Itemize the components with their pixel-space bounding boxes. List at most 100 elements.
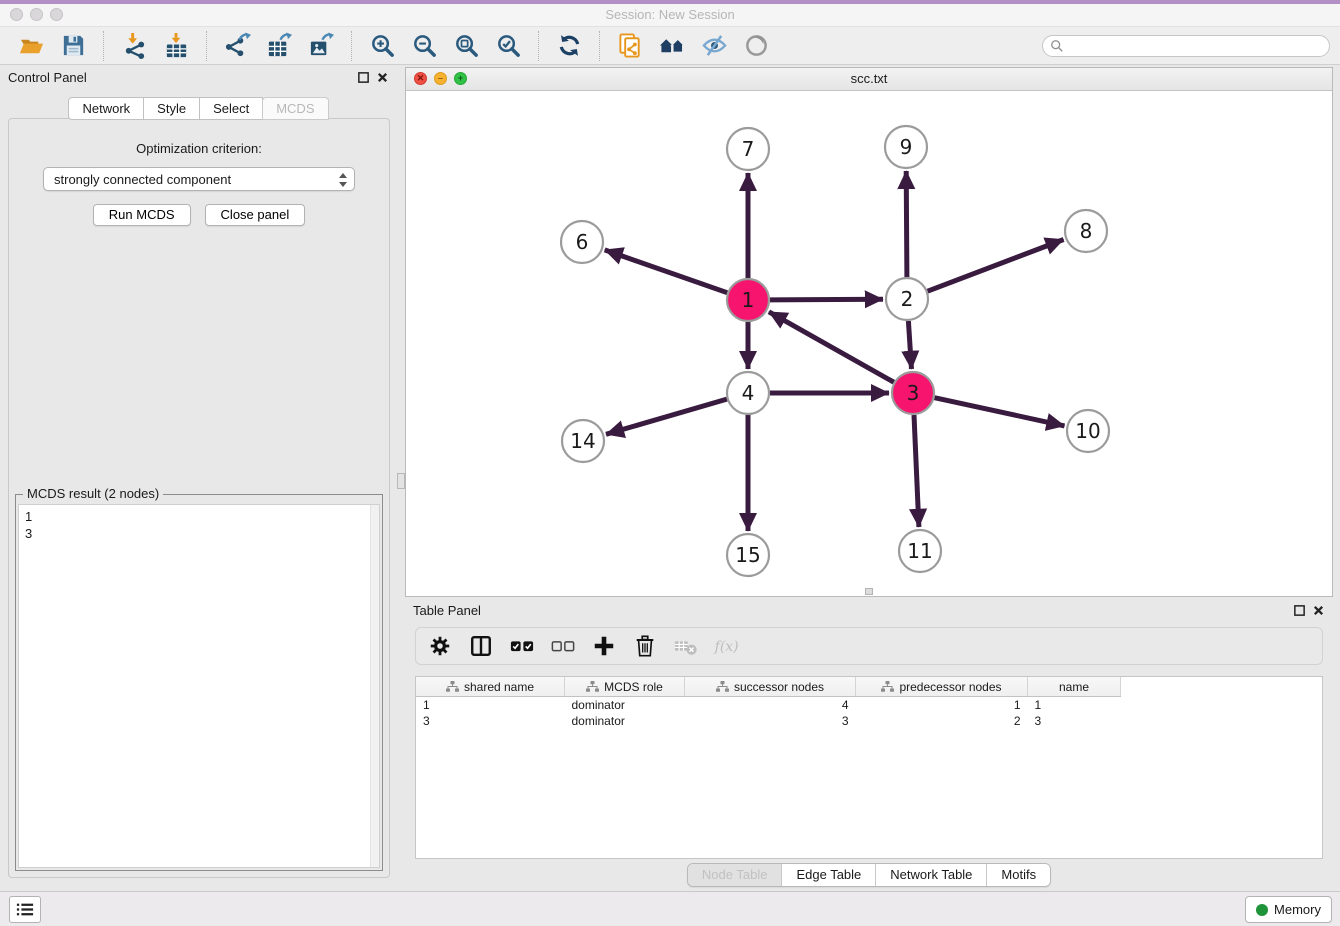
network-resize-grip[interactable] <box>865 588 873 595</box>
search-box[interactable] <box>1042 35 1330 57</box>
toolbar-separator <box>599 31 600 61</box>
table-toolbar: f(x) <box>415 627 1323 665</box>
mcds-panel: Optimization criterion: strongly connect… <box>8 118 390 878</box>
hide-selected-icon[interactable] <box>698 30 730 62</box>
zoom-fit-icon[interactable] <box>450 30 482 62</box>
cell-MCDS-role[interactable]: dominator <box>565 713 685 729</box>
cell-name[interactable]: 1 <box>1028 697 1121 714</box>
column-label: name <box>1059 680 1089 694</box>
delete-row-icon[interactable] <box>631 632 659 660</box>
list-icon <box>16 902 34 917</box>
cell-successor-nodes[interactable]: 3 <box>685 713 856 729</box>
close-panel-button[interactable]: Close panel <box>205 204 306 226</box>
column-header-predecessor-nodes[interactable]: predecessor nodes <box>856 677 1028 697</box>
memory-button[interactable]: Memory <box>1245 896 1332 923</box>
node-9-label: 9 <box>900 135 913 159</box>
cell-MCDS-role[interactable]: dominator <box>565 697 685 714</box>
edge-2-9[interactable] <box>906 171 907 277</box>
edge-1-6[interactable] <box>605 250 728 293</box>
add-row-icon[interactable] <box>590 632 618 660</box>
cell-successor-nodes[interactable]: 4 <box>685 697 856 714</box>
table-row[interactable]: 3dominator323 <box>416 713 1121 729</box>
first-neighbors-icon[interactable] <box>656 30 688 62</box>
float-panel-icon[interactable] <box>357 71 370 84</box>
task-history-button[interactable] <box>9 896 41 923</box>
tab-node-table[interactable]: Node Table <box>688 864 782 886</box>
tab-select[interactable]: Select <box>199 97 263 120</box>
deselect-all-checkboxes-icon[interactable] <box>549 632 577 660</box>
memory-label: Memory <box>1274 902 1321 917</box>
export-image-icon[interactable] <box>305 30 337 62</box>
edge-4-14[interactable] <box>606 399 727 434</box>
node-4-label: 4 <box>742 381 755 405</box>
zoom-out-icon[interactable] <box>408 30 440 62</box>
edge-3-1[interactable] <box>769 312 894 382</box>
run-mcds-button[interactable]: Run MCDS <box>93 204 191 226</box>
edge-2-8[interactable] <box>928 240 1064 292</box>
panel-splitter[interactable] <box>397 64 405 892</box>
mcds-result-textarea[interactable]: 1 3 <box>18 504 380 868</box>
edge-3-11[interactable] <box>914 415 919 527</box>
column-label: shared name <box>464 680 534 694</box>
export-network-icon[interactable] <box>221 30 253 62</box>
select-all-checkboxes-icon[interactable] <box>508 632 536 660</box>
memory-status-icon <box>1256 904 1268 916</box>
zoom-selected-icon[interactable] <box>492 30 524 62</box>
import-table-icon[interactable] <box>160 30 192 62</box>
control-panel: Control Panel NetworkStyleSelectMCDS Opt… <box>0 64 397 892</box>
node-8-label: 8 <box>1080 219 1093 243</box>
node-2-label: 2 <box>901 287 914 311</box>
network-canvas[interactable]: 7968124314101511 <box>406 91 1332 596</box>
application-window: Session: New Session Control Panel Netwo… <box>0 0 1340 926</box>
save-session-icon[interactable] <box>57 30 89 62</box>
window-titlebar[interactable]: Session: New Session <box>0 4 1340 27</box>
close-panel-icon[interactable] <box>376 71 389 84</box>
edge-3-10[interactable] <box>935 398 1065 426</box>
criterion-dropdown[interactable]: strongly connected component <box>43 167 355 191</box>
open-session-icon[interactable] <box>15 30 47 62</box>
import-network-icon[interactable] <box>118 30 150 62</box>
network-window-titlebar[interactable]: ✕ – + scc.txt <box>406 68 1332 91</box>
tab-mcds[interactable]: MCDS <box>262 97 328 120</box>
new-network-from-selection-icon[interactable] <box>614 30 646 62</box>
cell-predecessor-nodes[interactable]: 1 <box>856 697 1028 714</box>
refresh-layout-icon[interactable] <box>553 30 585 62</box>
column-header-name[interactable]: name <box>1028 677 1121 697</box>
node-11-label: 11 <box>907 539 932 563</box>
result-scrollbar[interactable] <box>370 505 379 867</box>
show-all-icon[interactable] <box>740 30 772 62</box>
float-table-panel-icon[interactable] <box>1293 604 1306 617</box>
cell-shared-name[interactable]: 3 <box>416 713 565 729</box>
table-tabs: Node TableEdge TableNetwork TableMotifs <box>687 863 1051 887</box>
mcds-result-lines: 1 3 <box>19 505 379 545</box>
toolbar-separator <box>538 31 539 61</box>
node-10-label: 10 <box>1075 419 1100 443</box>
toolbar-separator <box>103 31 104 61</box>
cell-name[interactable]: 3 <box>1028 713 1121 729</box>
tab-motifs[interactable]: Motifs <box>986 864 1050 886</box>
tab-network-table[interactable]: Network Table <box>875 864 986 886</box>
column-header-shared-name[interactable]: shared name <box>416 677 565 697</box>
tab-network[interactable]: Network <box>68 97 144 120</box>
column-header-MCDS-role[interactable]: MCDS role <box>565 677 685 697</box>
column-header-successor-nodes[interactable]: successor nodes <box>685 677 856 697</box>
splitter-grip[interactable] <box>397 473 405 489</box>
cell-predecessor-nodes[interactable]: 2 <box>856 713 1028 729</box>
close-table-panel-icon[interactable] <box>1312 604 1325 617</box>
split-columns-icon[interactable] <box>467 632 495 660</box>
tab-style[interactable]: Style <box>143 97 200 120</box>
edge-2-3[interactable] <box>908 321 911 369</box>
gear-icon[interactable] <box>426 632 454 660</box>
zoom-in-icon[interactable] <box>366 30 398 62</box>
table-row[interactable]: 1dominator411 <box>416 697 1121 714</box>
node-14-label: 14 <box>570 429 595 453</box>
column-label: predecessor nodes <box>899 680 1001 694</box>
dropdown-stepper-icon <box>338 172 348 188</box>
tab-edge-table[interactable]: Edge Table <box>781 864 875 886</box>
edge-1-2[interactable] <box>770 299 883 300</box>
function-builder-icon: f(x) <box>713 632 741 660</box>
export-table-icon[interactable] <box>263 30 295 62</box>
toolbar-separator <box>206 31 207 61</box>
search-input[interactable] <box>1068 38 1322 54</box>
cell-shared-name[interactable]: 1 <box>416 697 565 714</box>
